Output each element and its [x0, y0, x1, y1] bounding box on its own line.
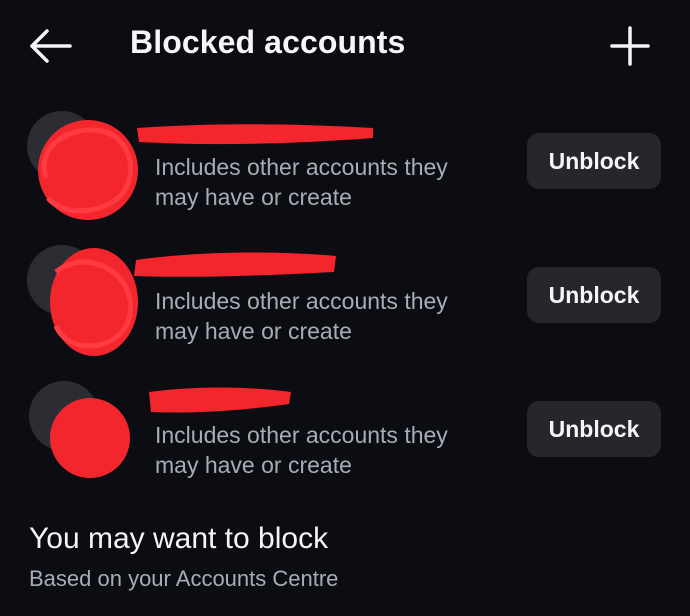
page-title: Blocked accounts — [130, 24, 406, 60]
blocked-account-row: Includes other accounts they may have or… — [0, 106, 690, 226]
add-blocked-account-button[interactable] — [608, 24, 652, 68]
blocked-account-row: Includes other accounts they may have or… — [0, 240, 690, 360]
subtitle-line: Includes other accounts they — [155, 154, 448, 180]
plus-icon — [610, 26, 650, 66]
subtitle-line: may have or create — [155, 318, 352, 344]
suggestions-heading: You may want to block — [29, 522, 329, 555]
blocked-account-subtitle: Includes other accounts they may have or… — [155, 420, 505, 480]
subtitle-line: Includes other accounts they — [155, 288, 448, 314]
unblock-button[interactable]: Unblock — [527, 267, 661, 323]
redacted-avatar — [27, 111, 138, 220]
redacted-username — [134, 252, 336, 277]
unblock-button[interactable]: Unblock — [527, 401, 661, 457]
unblock-button[interactable]: Unblock — [527, 133, 661, 189]
top-bar: Blocked accounts — [0, 0, 690, 90]
blocked-account-subtitle: Includes other accounts they may have or… — [155, 286, 505, 346]
suggestions-subtitle: Based on your Accounts Centre — [29, 566, 339, 591]
redacted-avatar — [29, 381, 130, 478]
subtitle-line: Includes other accounts they — [155, 422, 448, 448]
blocked-account-row: Includes other accounts they may have or… — [0, 374, 690, 494]
redacted-username — [137, 124, 373, 145]
subtitle-line: may have or create — [155, 452, 352, 478]
blocked-accounts-screen: Blocked accounts Includes other accounts… — [0, 0, 690, 616]
redacted-avatar — [27, 245, 138, 356]
blocked-account-subtitle: Includes other accounts they may have or… — [155, 152, 505, 212]
redacted-username — [149, 387, 291, 413]
arrow-left-icon — [30, 29, 72, 63]
subtitle-line: may have or create — [155, 184, 352, 210]
back-button[interactable] — [26, 26, 74, 66]
